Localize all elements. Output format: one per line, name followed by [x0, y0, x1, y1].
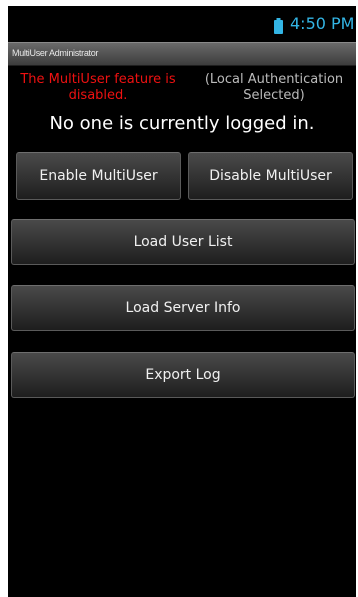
battery-icon	[274, 18, 283, 34]
load-user-list-button[interactable]: Load User List	[11, 219, 355, 265]
feature-status-message: The MultiUser feature is disabled.	[20, 72, 176, 103]
enable-multiuser-button[interactable]: Enable MultiUser	[16, 152, 181, 200]
phone-screen: 4:50 PM MultiUser Administrator The Mult…	[8, 6, 356, 597]
status-time: 4:50 PM	[290, 14, 355, 33]
app-title: MultiUser Administrator	[12, 48, 99, 58]
disable-multiuser-button[interactable]: Disable MultiUser	[188, 152, 353, 200]
export-log-button[interactable]: Export Log	[11, 352, 355, 398]
logged-in-status: No one is currently logged in.	[49, 113, 315, 134]
auth-status-message: (Local Authentication Selected)	[204, 72, 344, 103]
app-title-bar: MultiUser Administrator	[8, 42, 356, 66]
load-server-info-button[interactable]: Load Server Info	[11, 285, 355, 331]
status-bar: 4:50 PM	[8, 6, 356, 40]
